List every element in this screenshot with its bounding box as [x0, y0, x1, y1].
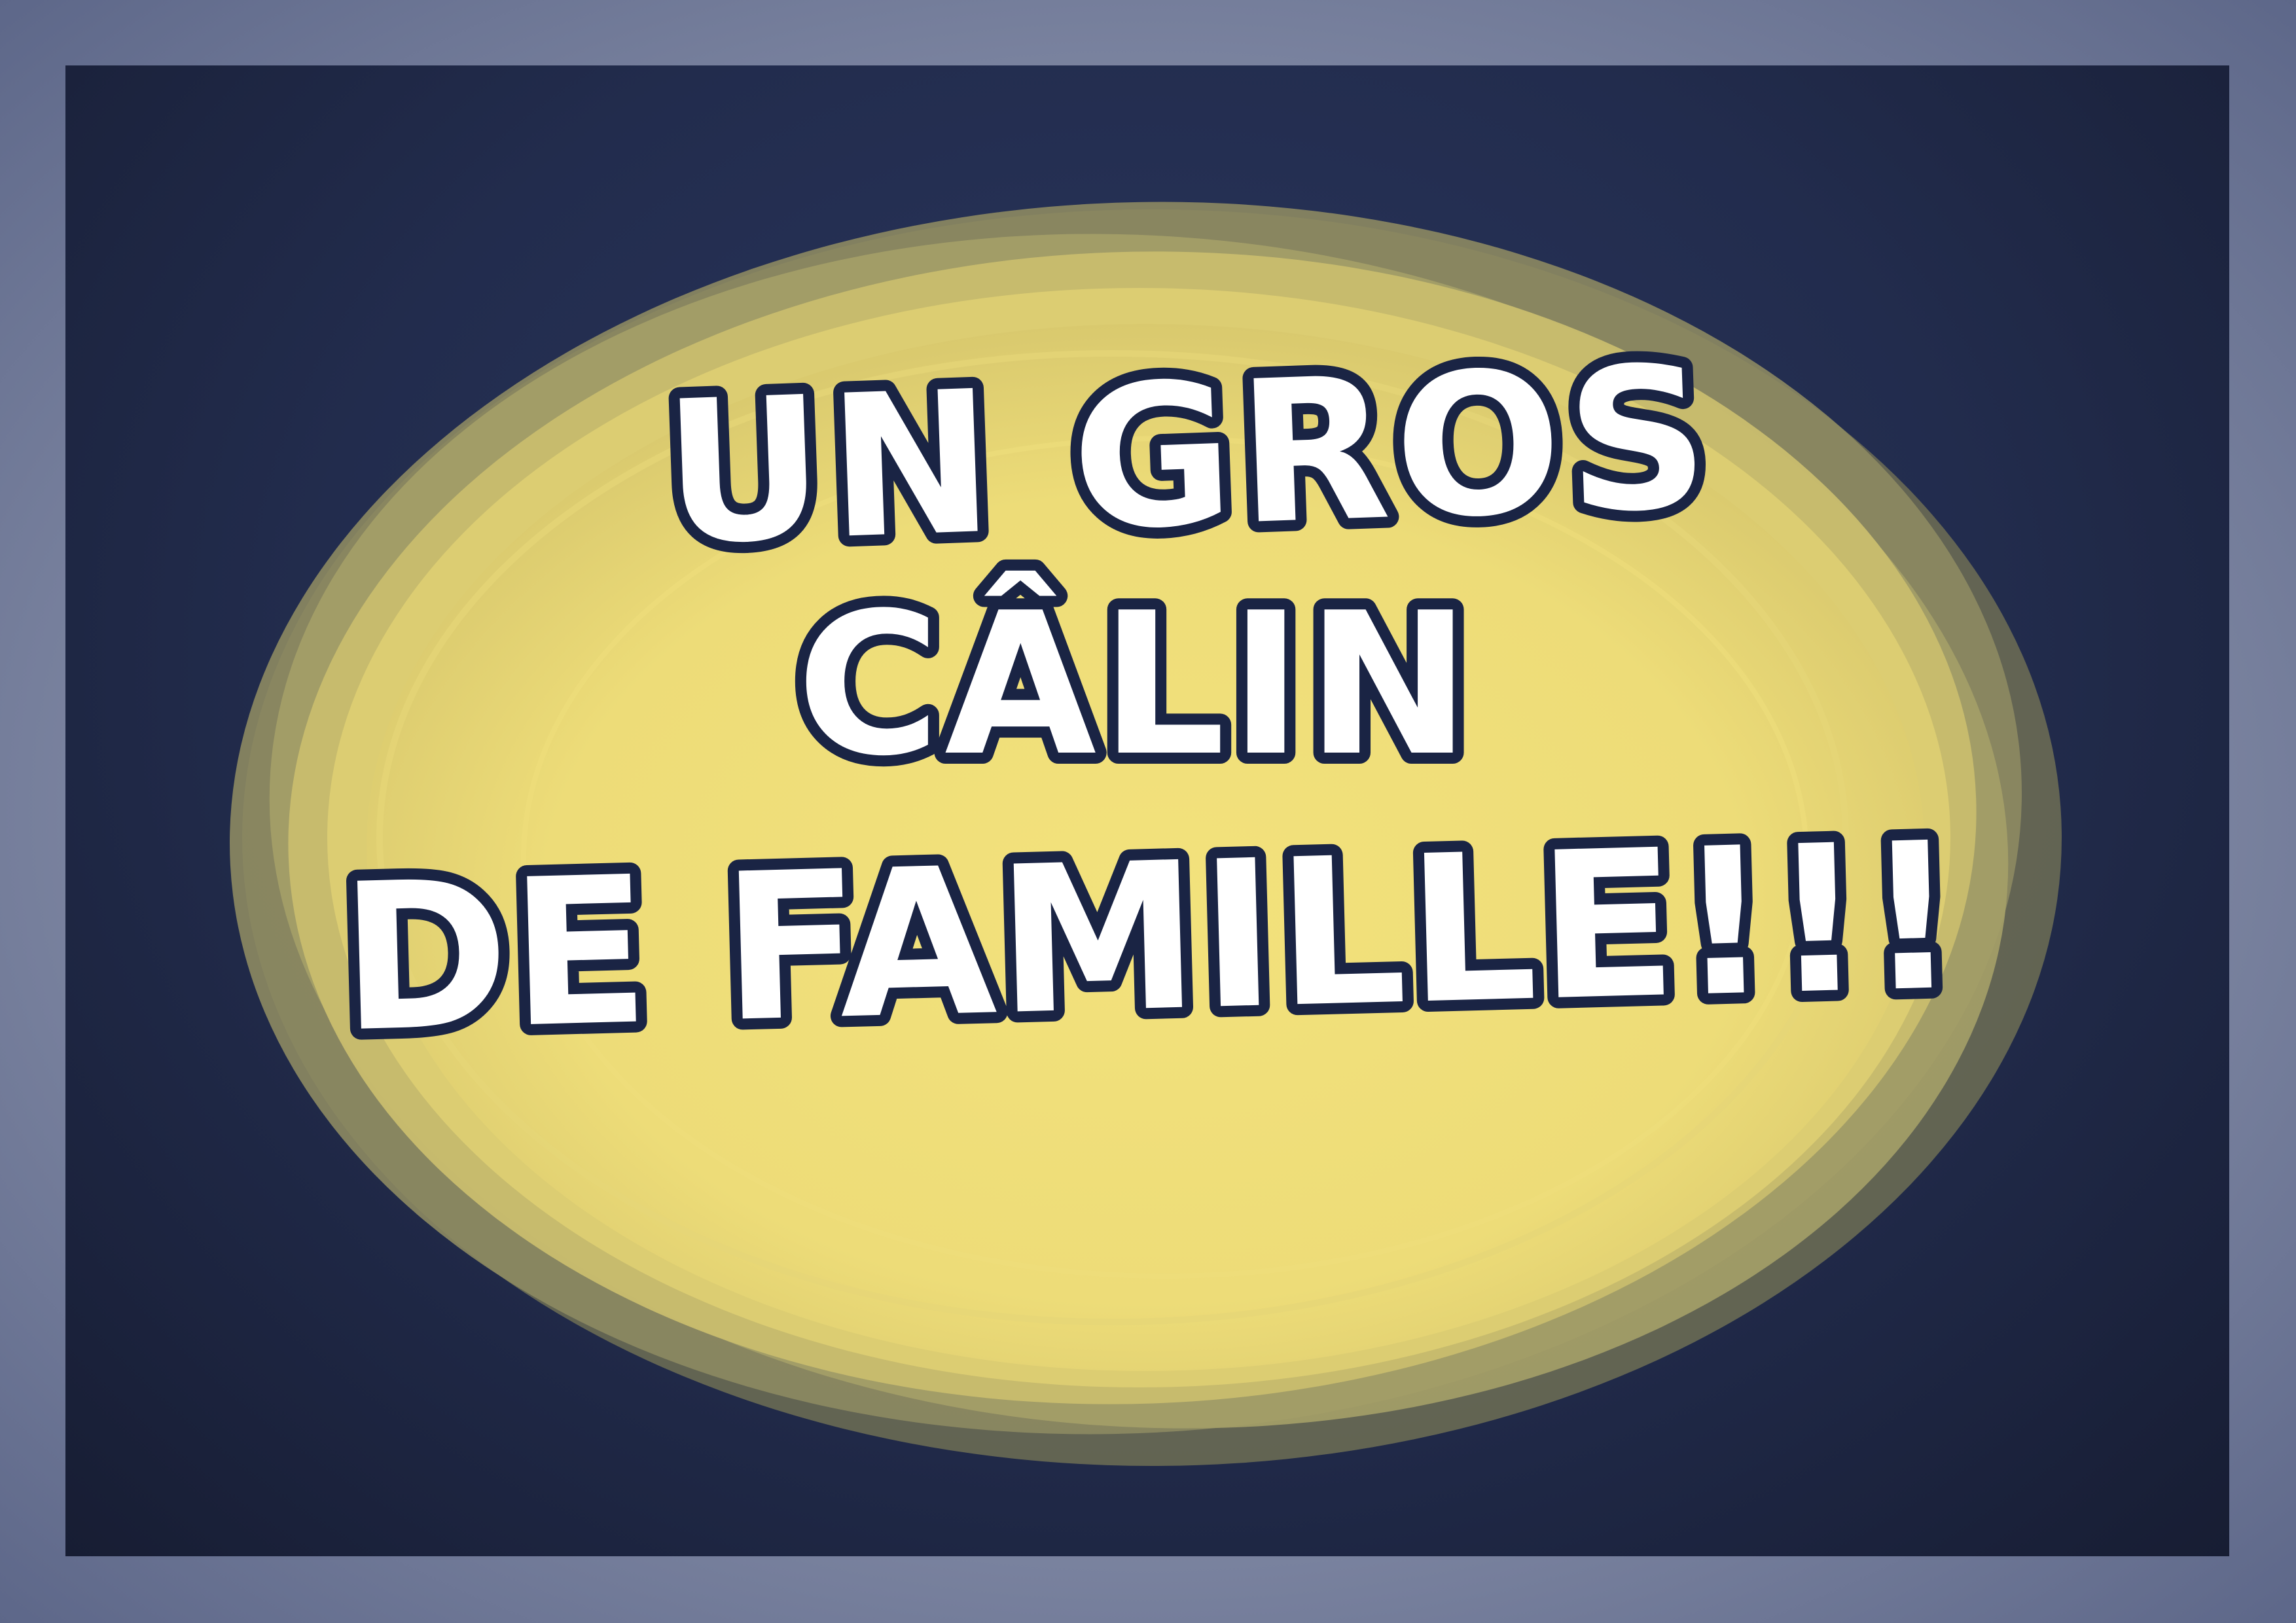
caption-line-2: CÂLIN	[797, 569, 1475, 799]
caption-line-3: DE FAMILLE!!!	[338, 799, 1963, 1078]
comic-panel: UN GROS CÂLIN DE FAMILLE!!!	[65, 65, 2229, 1556]
caption-text: UN GROS CÂLIN DE FAMILLE!!!	[327, 312, 1974, 1088]
caption-line-1: UN GROS	[660, 323, 1717, 588]
